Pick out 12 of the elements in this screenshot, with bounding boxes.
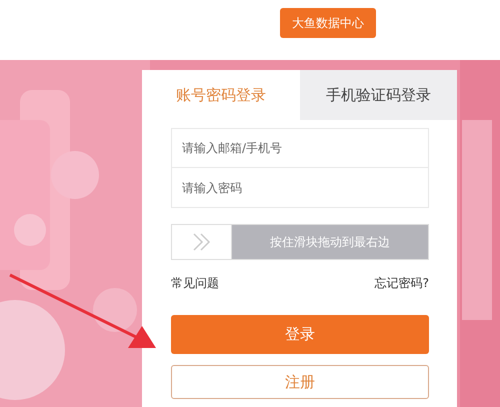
input-field[interactable]: 请输入密码 bbox=[171, 168, 429, 208]
login-button[interactable]: 登录 bbox=[171, 315, 429, 354]
faq-link[interactable]: 常见问题 bbox=[171, 274, 219, 292]
login-tab[interactable]: 手机验证码登录 bbox=[300, 70, 457, 120]
slider-track[interactable]: 按住滑块拖动到最右边 bbox=[171, 224, 429, 260]
input-field[interactable]: 请输入邮箱/手机号 bbox=[171, 128, 429, 168]
double-chevron-icon bbox=[192, 233, 212, 251]
slider-handle[interactable] bbox=[172, 225, 232, 259]
forgot-password-link[interactable]: 忘记密码? bbox=[374, 274, 429, 292]
slider-hint: 按住滑块拖动到最右边 bbox=[269, 234, 391, 251]
register-button[interactable]: 注册 bbox=[171, 365, 429, 399]
data-center-button[interactable]: 大鱼数据中心 bbox=[280, 8, 376, 38]
